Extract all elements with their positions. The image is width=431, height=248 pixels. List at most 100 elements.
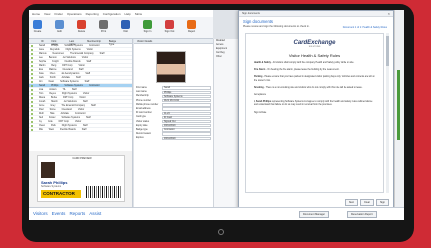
dialog-button-sign[interactable]: Sign xyxy=(375,199,389,206)
grid-column-header[interactable]: First name xyxy=(52,40,62,46)
visitor-photo[interactable] xyxy=(156,51,186,83)
grid-cell-first: Jonah xyxy=(39,100,46,103)
paragraph-heading: I, Sarah Phillips xyxy=(254,101,272,104)
paragraph-text: - All visitors shall comply with the com… xyxy=(270,62,355,64)
app-screen: Home View Finder Operations Reporting Configu… xyxy=(29,10,404,220)
grid-column-header[interactable]: ID xyxy=(41,40,44,43)
grid-cell-company: DRT Corp xyxy=(58,120,69,123)
grid-cell-last: Phillips xyxy=(51,44,59,47)
table-row[interactable]: Mia West Flexible Boards Staff xyxy=(29,128,132,132)
status-dot-icon xyxy=(31,80,33,83)
grid-cell-first: Sarah xyxy=(39,84,46,87)
field-input[interactable]: Signed Out xyxy=(162,119,211,124)
grid-cell-company: Flight Systems xyxy=(65,48,81,51)
document-scrollbar[interactable] xyxy=(386,33,389,193)
ribbon-button-0-icon[interactable] xyxy=(33,20,42,29)
status-dot-icon xyxy=(31,88,33,91)
grid-cell-badge: Staff xyxy=(71,88,77,91)
ribbon-tab-1[interactable]: View xyxy=(44,12,50,16)
grid-column-header[interactable]: Last name xyxy=(69,40,79,46)
grid-column-header[interactable]: Membership xyxy=(87,40,101,43)
document-manager-button[interactable]: Document Manager xyxy=(299,211,329,218)
grid-cell-company: Ashdale xyxy=(61,76,70,79)
grid-column-header[interactable]: Badge Type xyxy=(109,40,120,46)
field-input[interactable] xyxy=(162,107,211,111)
ribbon-button-5-icon[interactable] xyxy=(143,20,152,29)
field-input[interactable]: 03/10/2020 xyxy=(162,136,211,141)
grid-cell-company: Ashdale xyxy=(60,112,69,115)
paragraph-text: representing Software Systems Ltd agree … xyxy=(254,101,373,107)
grid-cell-company: Jet Aerodynamics xyxy=(61,72,80,75)
nav-tab-reports[interactable]: Reports xyxy=(69,211,85,216)
grid-cell-badge: Staff xyxy=(86,116,91,119)
ribbon-button-1-icon[interactable] xyxy=(55,20,64,29)
document-paragraph: I, Sarah Phillips representing Software … xyxy=(246,101,383,107)
dialog-button-clear[interactable]: Clear xyxy=(360,199,374,206)
bottom-navigation: Visitors Events Reports Assist Document Man… xyxy=(29,207,404,220)
ribbon-button-4-icon[interactable] xyxy=(121,20,130,29)
field-input[interactable]: Sarah xyxy=(162,86,211,90)
field-input[interactable] xyxy=(162,103,211,107)
nav-tab-visitors[interactable]: Visitors xyxy=(33,211,48,216)
status-dot-icon xyxy=(31,76,33,79)
status-dot-icon xyxy=(31,120,33,123)
field-input[interactable]: 03/10/2020 xyxy=(162,124,211,128)
grid-cell-badge: Staff xyxy=(99,52,105,55)
field-input[interactable]: 11-24 xyxy=(162,111,211,115)
status-dot-icon xyxy=(31,44,33,47)
ribbon-tab-3[interactable]: Operations xyxy=(67,12,82,16)
status-dot-icon xyxy=(31,52,33,55)
scrollbar-thumb[interactable] xyxy=(386,36,389,66)
status-dot-icon xyxy=(31,60,33,63)
field-input[interactable] xyxy=(162,132,211,136)
grid-cell-first: Ivy xyxy=(39,120,42,123)
field-label: ID card number xyxy=(136,112,152,115)
grid-cell-last: Hale xyxy=(49,112,55,115)
grid-cell-company: Cleveland xyxy=(61,108,72,111)
grid-cell-badge: Visitor xyxy=(79,96,86,99)
field-input[interactable]: Contractor xyxy=(162,128,211,132)
grid-cell-last: Berg xyxy=(51,64,57,67)
field-input[interactable]: ID Card xyxy=(162,115,211,120)
card-badge-type: CONTRACTOR xyxy=(41,190,81,198)
status-indicator xyxy=(397,70,400,140)
ribbon-tab-6[interactable]: Help xyxy=(125,12,131,16)
reservation-report-button[interactable]: Reservation Report xyxy=(347,211,377,218)
form-header: Visitor Details xyxy=(134,39,213,44)
grid-cell-first: Marcus xyxy=(39,52,47,55)
status-dot-icon xyxy=(31,56,33,59)
ribbon-button-6-icon[interactable] xyxy=(165,20,174,29)
grid-cell-badge: Staff xyxy=(90,104,96,107)
nav-tab-events[interactable]: Events xyxy=(52,211,66,216)
document-page-indicator[interactable]: Document 1 of 1: Health & Safety Rules xyxy=(343,26,387,29)
grid-cell-first: Lee xyxy=(39,56,43,59)
field-input[interactable]: Software Systems xyxy=(162,94,211,99)
grid-cell-first: Neil xyxy=(39,116,43,119)
nav-tab-assist[interactable]: Assist xyxy=(89,211,101,216)
ribbon-toolbar: Create Edit Delete Print Visit Sign In Sign Ou… xyxy=(29,17,213,39)
field-input[interactable]: 0121 234 1011 xyxy=(162,98,211,103)
id-card: CARD PREVIEW Sarah Phillips Software Sys… xyxy=(37,155,125,202)
grid-cell-company: The Emerald Company xyxy=(70,52,94,55)
field-label: Expires xyxy=(136,137,144,140)
ribbon-button-3-icon[interactable] xyxy=(99,20,108,29)
status-dot-icon xyxy=(31,68,33,71)
field-input[interactable]: Phillips xyxy=(162,90,211,94)
status-dot-icon xyxy=(31,100,33,103)
grid-cell-badge: Contractor xyxy=(88,44,100,47)
close-icon[interactable]: × xyxy=(388,11,390,16)
ribbon-tab-7[interactable]: Skins xyxy=(135,12,142,16)
home-button[interactable] xyxy=(218,229,224,235)
ribbon-tab-4[interactable]: Reporting xyxy=(86,12,99,16)
ribbon-button-2-icon[interactable] xyxy=(77,20,86,29)
form-side-panel: Disabled Access Equipment Car Reg Other xyxy=(213,39,239,207)
dialog-button-next[interactable]: Next xyxy=(344,199,358,206)
ribbon-button-7-icon[interactable] xyxy=(187,20,196,29)
grid-cell-first: Lisa xyxy=(39,88,44,91)
grid-cell-last: Newcomen xyxy=(52,52,65,55)
ribbon-tab-5[interactable]: Configuration xyxy=(103,12,121,16)
grid-cell-last: Knight xyxy=(52,60,59,63)
ribbon-tab-2[interactable]: Finder xyxy=(54,12,63,16)
grid-cell-first: Jane xyxy=(39,48,44,51)
ribbon-tab-0[interactable]: Home xyxy=(32,12,40,16)
